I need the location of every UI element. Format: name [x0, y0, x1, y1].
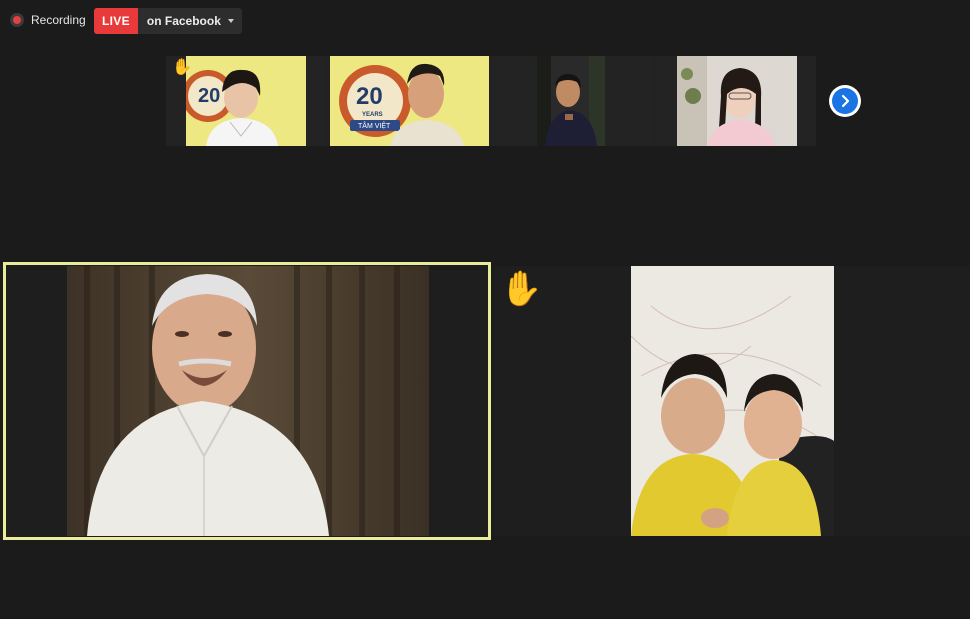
- participant-video: 20: [186, 56, 306, 146]
- participant-video: [631, 266, 834, 536]
- next-page-button[interactable]: [829, 85, 861, 117]
- logo-brand: TÂM VIỆT: [358, 121, 391, 130]
- gallery-strip: 20 ✋ 20 YEARS TÂM VIỆT: [166, 56, 816, 146]
- active-speaker-tile[interactable]: [3, 262, 491, 540]
- chevron-down-icon: [227, 19, 234, 23]
- recording-label: Recording: [31, 13, 86, 27]
- participant-tile[interactable]: [494, 266, 970, 536]
- participant-video: [537, 56, 605, 146]
- participant-video: [676, 56, 797, 146]
- raise-hand-icon: ✋: [172, 59, 192, 76]
- participant-thumbnail[interactable]: [493, 56, 653, 146]
- participant-thumbnail[interactable]: [656, 56, 816, 146]
- participant-video: 20 YEARS TÂM VIỆT: [329, 56, 489, 146]
- meeting-window: Recording LIVE on Facebook 20 ✋ 20 YEARS…: [0, 0, 970, 619]
- recording-indicator[interactable]: Recording: [10, 10, 86, 30]
- live-stream-menu[interactable]: LIVE on Facebook: [94, 8, 242, 34]
- live-badge: LIVE: [94, 8, 138, 34]
- logo-years: YEARS: [362, 112, 383, 118]
- record-icon: [10, 13, 24, 27]
- footer-area: [0, 540, 970, 619]
- participant-thumbnail[interactable]: 20 ✋: [166, 56, 326, 146]
- raise-hand-icon: ✋: [500, 270, 543, 308]
- live-destination[interactable]: on Facebook: [138, 8, 242, 34]
- logo-number: 20: [356, 83, 383, 110]
- chevron-right-icon: [832, 88, 858, 114]
- live-destination-label: on Facebook: [146, 14, 221, 28]
- logo-number: 20: [198, 85, 220, 107]
- participant-video: [67, 266, 429, 536]
- participant-thumbnail[interactable]: 20 YEARS TÂM VIỆT: [329, 56, 489, 146]
